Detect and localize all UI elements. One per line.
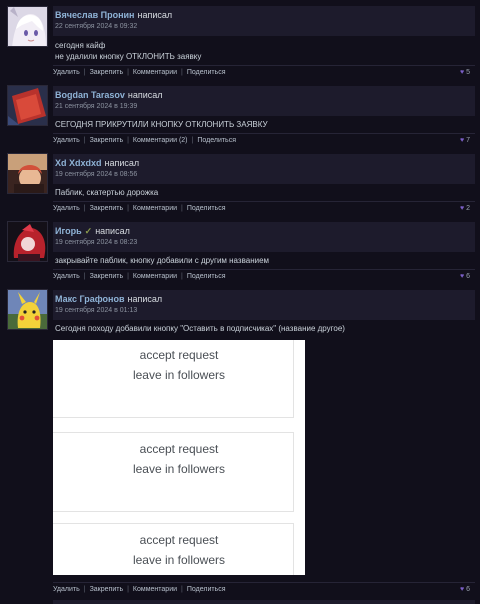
pin-link[interactable]: Закрепить <box>90 205 124 212</box>
share-link[interactable]: Поделиться <box>187 69 226 76</box>
post-date: 22 сентября 2024 в 09:32 <box>55 23 138 30</box>
wrote-label: написал <box>95 226 130 236</box>
avatar[interactable] <box>7 6 48 47</box>
post-date: 19 сентября 2024 в 08:23 <box>55 239 138 246</box>
wrote-label: написал <box>137 10 173 20</box>
post-text-line: сегодня кайф <box>55 41 106 50</box>
post-header: Xd Xdxdxd написал 19 сентября 2024 в 08:5… <box>53 154 475 184</box>
post-header: Вячеслав Пронин написал 22 сентября 2024 … <box>53 6 475 36</box>
divider: | <box>83 273 86 280</box>
avatar[interactable] <box>7 153 48 194</box>
author-name[interactable]: Вячеслав Пронин <box>55 10 135 20</box>
divider: | <box>127 586 129 593</box>
like-button[interactable]: ♥ 5 <box>460 69 470 76</box>
post-date: 21 сентября 2024 в 19:39 <box>55 103 138 110</box>
like-button[interactable]: ♥ 2 <box>460 205 470 212</box>
pin-link[interactable]: Закрепить <box>90 586 124 593</box>
comments-link[interactable]: Комментарии <box>133 205 177 212</box>
comments-link[interactable]: Комментарии <box>133 586 177 593</box>
wrote-label: написал <box>127 90 163 100</box>
leave-in-followers-button: leave in followers <box>132 368 226 382</box>
request-card: accept request leave in followers <box>53 523 294 575</box>
post-date: 19 сентября 2024 в 01:13 <box>55 307 138 314</box>
request-card: accept request leave in followers <box>53 340 294 418</box>
heart-icon: ♥ <box>459 586 465 593</box>
share-link[interactable]: Поделиться <box>187 205 226 212</box>
divider: | <box>83 586 86 593</box>
like-count: 7 <box>466 137 470 144</box>
like-count: 5 <box>466 69 470 76</box>
leave-in-followers-button: leave in followers <box>132 462 226 476</box>
divider: | <box>191 137 194 144</box>
heart-icon: ♥ <box>459 273 465 280</box>
divider: | <box>181 205 183 212</box>
divider: | <box>181 586 183 593</box>
avatar[interactable] <box>7 85 48 126</box>
post-actions: Удалить | Закрепить | Комментарии (2) | Подели… <box>53 133 475 147</box>
share-link[interactable]: Поделиться <box>187 586 226 593</box>
post-header: Игорь ✓ написал 19 сентября 2024 в 08:23 <box>53 222 475 252</box>
comments-link[interactable]: Комментарии <box>133 69 177 76</box>
delete-link[interactable]: Удалить <box>53 69 80 76</box>
like-button[interactable]: ♥ 7 <box>460 137 470 144</box>
share-link[interactable]: Поделиться <box>197 137 236 144</box>
heart-icon: ♥ <box>459 69 465 76</box>
like-button[interactable]: ♥ 6 <box>460 273 470 280</box>
request-card: accept request leave in followers <box>53 432 294 512</box>
delete-link[interactable]: Удалить <box>53 273 80 280</box>
divider: | <box>83 137 86 144</box>
delete-link[interactable]: Удалить <box>53 205 80 212</box>
pin-link[interactable]: Закрепить <box>90 273 124 280</box>
post-actions: Удалить | Закрепить | Комментарии | Поделиться… <box>53 582 475 596</box>
like-count: 2 <box>466 205 470 212</box>
heart-icon: ♥ <box>459 137 465 144</box>
comments-link[interactable]: Комментарии (2) <box>133 137 188 144</box>
divider: | <box>83 205 86 212</box>
author-name[interactable]: Xd Xdxdxd <box>55 158 102 168</box>
accept-request-button: accept request <box>139 533 219 547</box>
divider: | <box>83 69 86 76</box>
author-name[interactable]: Bogdan Tarasov <box>55 90 125 100</box>
delete-link[interactable]: Удалить <box>53 137 80 144</box>
accept-request-button: accept request <box>139 442 219 456</box>
like-count: 6 <box>466 273 470 280</box>
post-actions: Удалить | Закрепить | Комментарии | Поделиться… <box>53 65 475 79</box>
divider: | <box>127 137 129 144</box>
divider: | <box>127 69 129 76</box>
wrote-label: написал <box>104 158 140 168</box>
heart-icon: ♥ <box>459 205 465 212</box>
avatar[interactable] <box>7 289 48 330</box>
like-count: 6 <box>466 586 470 593</box>
comments-link[interactable]: Комментарии <box>133 273 177 280</box>
author-name[interactable]: Макс Графонов <box>55 294 125 304</box>
accept-request-button: accept request <box>139 348 219 362</box>
divider: | <box>181 273 183 280</box>
share-link[interactable]: Поделиться <box>187 273 226 280</box>
post-header: Bogdan Tarasov написал 21 сентября 2024 в… <box>53 86 475 116</box>
divider: | <box>127 273 129 280</box>
post-actions: Удалить | Закрепить | Комментарии | Поделиться… <box>53 201 475 215</box>
author-name[interactable]: Игорь <box>55 226 82 236</box>
post-text-line: не удалили кнопку ОТКЛОНИТЬ заявку <box>55 52 202 61</box>
avatar[interactable] <box>7 221 48 262</box>
post-actions: Удалить | Закрепить | Комментарии | Поделиться… <box>53 269 475 283</box>
divider: | <box>127 205 129 212</box>
pin-link[interactable]: Закрепить <box>90 137 124 144</box>
post-date: 19 сентября 2024 в 08:56 <box>55 171 138 178</box>
attached-screenshot[interactable]: accept request leave in followers accept… <box>53 340 305 575</box>
post-header: Макс Графонов написал 19 сентября 2024 в … <box>53 290 475 320</box>
leave-in-followers-button: leave in followers <box>132 553 226 567</box>
post-text-line: Сегодня походу добавили кнопку "Оставить… <box>55 324 345 333</box>
next-post-header-edge <box>53 600 475 604</box>
verified-check-icon: ✓ <box>84 226 93 236</box>
post-text-line: СЕГОДНЯ ПРИКРУТИЛИ КНОПКУ ОТКЛОНИТЬ ЗАЯВ… <box>55 120 268 129</box>
like-button[interactable]: ♥ 6 <box>460 586 470 593</box>
post-text-line: Паблик, скатертью дорожка <box>55 188 159 197</box>
post-text-line: закрывайте паблик, кнопку добавили с дру… <box>55 256 270 265</box>
pin-link[interactable]: Закрепить <box>90 69 124 76</box>
delete-link[interactable]: Удалить <box>53 586 80 593</box>
wrote-label: написал <box>127 294 163 304</box>
divider: | <box>181 69 183 76</box>
